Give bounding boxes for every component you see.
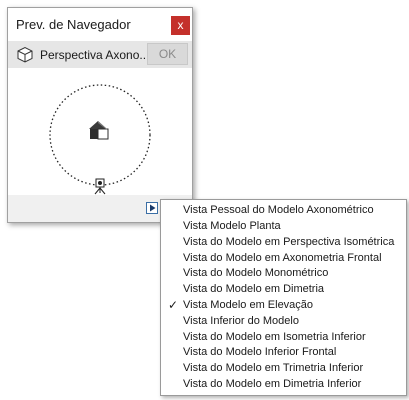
menu-item[interactable]: Vista do Modelo Inferior Frontal bbox=[161, 345, 406, 360]
navigator-preview-palette: Prev. de Navegador x Perspectiva Axono..… bbox=[7, 7, 193, 223]
menu-item[interactable]: Vista do Modelo em Axonometria Frontal bbox=[161, 251, 406, 266]
menu-item[interactable]: Vista do Modelo em Isometria Inferior bbox=[161, 330, 406, 345]
view-menu-button[interactable] bbox=[146, 202, 158, 214]
house-icon bbox=[89, 121, 109, 140]
menu-item[interactable]: Vista Pessoal do Modelo Axonométrico bbox=[161, 203, 406, 218]
menu-item[interactable]: Vista do Modelo em Trimetria Inferior bbox=[161, 361, 406, 376]
menu-item[interactable]: Vista do Modelo em Perspectiva Isométric… bbox=[161, 235, 406, 250]
close-icon: x bbox=[177, 18, 184, 32]
menu-item[interactable]: Vista do Modelo Monométrico bbox=[161, 266, 406, 281]
menu-item-label: Vista Inferior do Modelo bbox=[183, 315, 299, 327]
menu-item-label: Vista do Modelo em Dimetria Inferior bbox=[183, 378, 362, 390]
menu-item-label: Vista do Modelo em Axonometria Frontal bbox=[183, 252, 382, 264]
window-title: Prev. de Navegador bbox=[16, 17, 131, 32]
menu-item-label: Vista do Modelo em Perspectiva Isométric… bbox=[183, 236, 395, 248]
camera-tripod-icon[interactable] bbox=[94, 178, 106, 195]
ok-button[interactable]: OK bbox=[147, 43, 188, 65]
triangle-right-icon bbox=[150, 204, 156, 212]
menu-item-label: Vista Pessoal do Modelo Axonométrico bbox=[183, 204, 374, 216]
menu-item-label: Vista do Modelo em Isometria Inferior bbox=[183, 331, 366, 343]
view-dropdown-menu: Vista Pessoal do Modelo Axonométrico Vis… bbox=[160, 199, 407, 396]
cube-icon bbox=[16, 46, 34, 63]
close-button[interactable]: x bbox=[171, 16, 190, 35]
menu-item[interactable]: Vista Inferior do Modelo bbox=[161, 314, 406, 329]
navigator-preview-area[interactable] bbox=[8, 68, 192, 195]
menu-item-checked[interactable]: ✓ Vista Modelo em Elevação bbox=[161, 298, 406, 313]
menu-item-label: Vista do Modelo em Dimetria bbox=[183, 283, 325, 295]
title-bar[interactable]: Prev. de Navegador x bbox=[8, 8, 192, 41]
menu-item[interactable]: Vista do Modelo em Dimetria bbox=[161, 282, 406, 297]
current-view-name: Perspectiva Axono... bbox=[40, 48, 146, 62]
menu-item-label: Vista do Modelo Monométrico bbox=[183, 267, 329, 279]
checkmark-icon: ✓ bbox=[168, 298, 179, 312]
menu-item-label: Vista do Modelo Inferior Frontal bbox=[183, 346, 337, 358]
menu-item-label: Vista Modelo em Elevação bbox=[183, 299, 314, 311]
menu-item[interactable]: Vista Modelo Planta bbox=[161, 219, 406, 234]
view-bar: Perspectiva Axono... OK bbox=[8, 41, 192, 68]
menu-item-label: Vista Modelo Planta bbox=[183, 220, 281, 232]
menu-item[interactable]: Vista do Modelo em Dimetria Inferior bbox=[161, 377, 406, 392]
menu-item-label: Vista do Modelo em Trimetria Inferior bbox=[183, 362, 364, 374]
